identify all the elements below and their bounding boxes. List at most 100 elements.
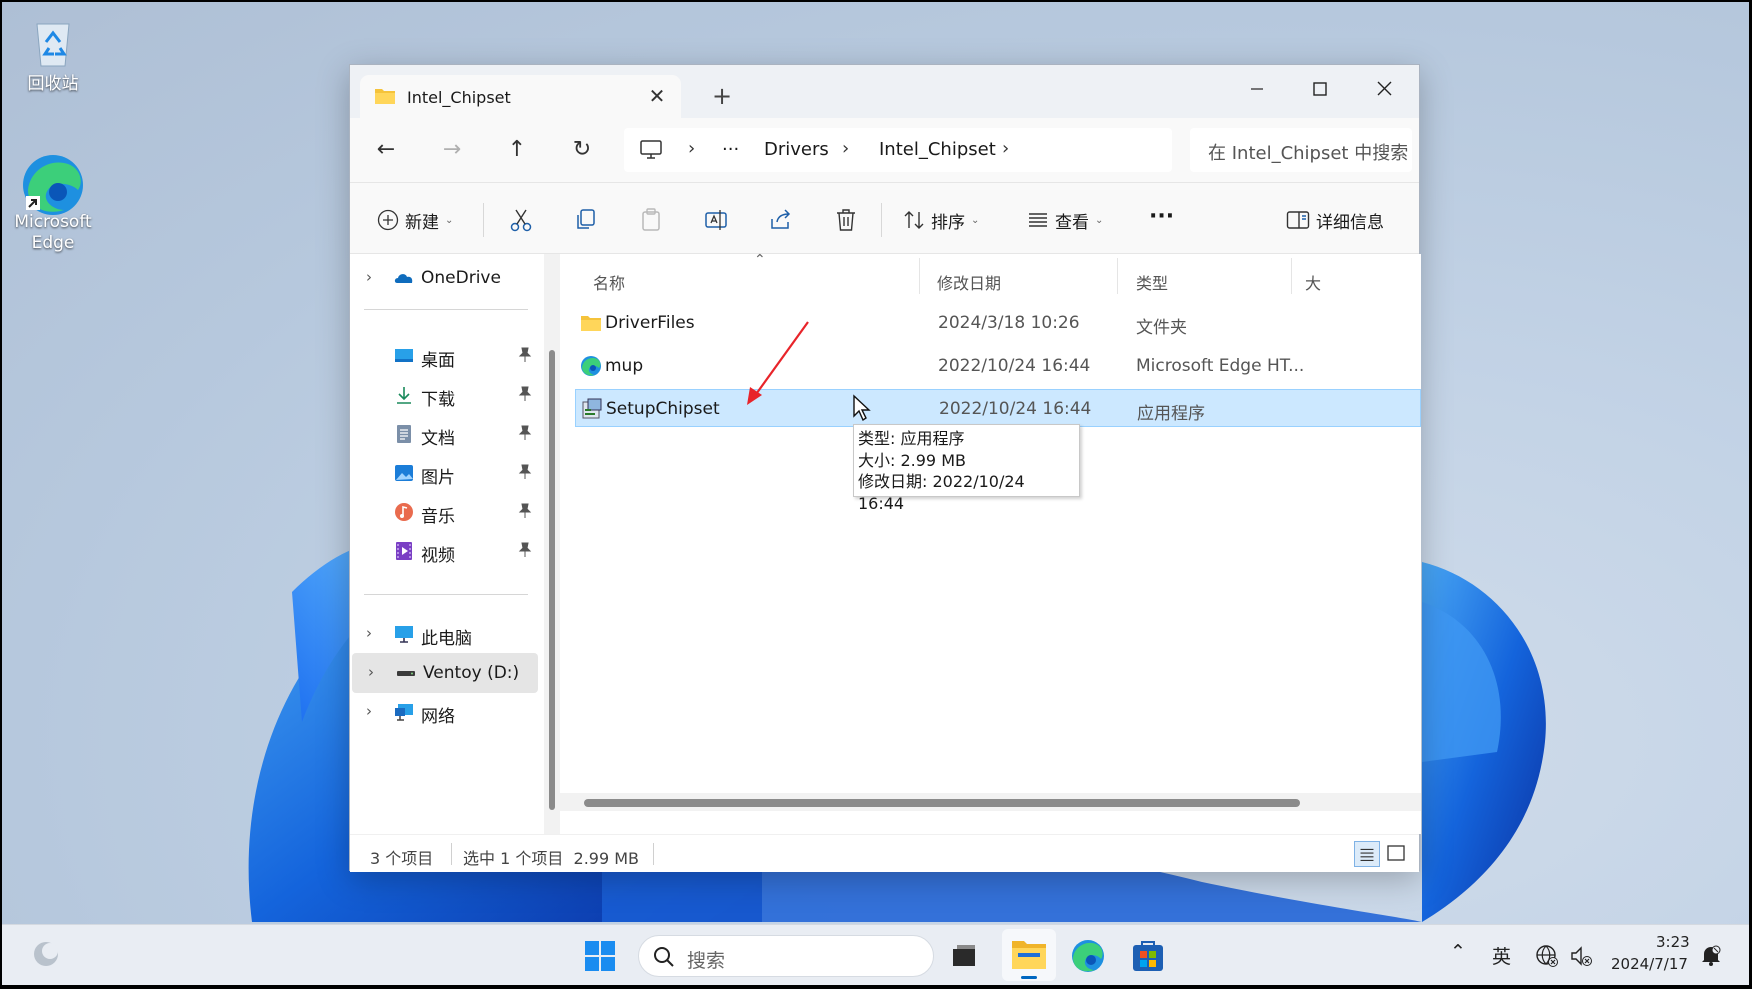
sidebar-item-music[interactable]: 音乐 bbox=[350, 492, 538, 532]
column-divider[interactable] bbox=[1291, 258, 1292, 294]
breadcrumb-overflow[interactable]: ··· bbox=[722, 139, 739, 160]
ime-indicator[interactable]: 英 bbox=[1492, 942, 1511, 969]
status-divider bbox=[451, 843, 452, 865]
navigation-pane: › OneDrive 桌面 下载 文档 图片 音乐 视频 › 此电脑 › Ven… bbox=[350, 254, 538, 834]
column-header-type[interactable]: 类型 bbox=[1136, 270, 1168, 294]
setup-exe-icon bbox=[582, 398, 602, 419]
file-row-driverfiles[interactable]: DriverFiles 2024/3/18 10:26 文件夹 bbox=[575, 304, 1421, 342]
file-row-setupchipset[interactable]: SetupChipset 2022/10/24 16:44 应用程序 bbox=[575, 389, 1421, 427]
chevron-right-icon[interactable]: › bbox=[366, 624, 372, 642]
view-button[interactable]: 查看 ⌄ bbox=[1027, 207, 1103, 233]
tab-intel-chipset[interactable]: Intel_Chipset ✕ bbox=[360, 75, 681, 119]
mouse-cursor-icon bbox=[853, 394, 871, 422]
details-view-icon[interactable] bbox=[1354, 841, 1380, 867]
edge-icon bbox=[23, 152, 83, 215]
details-label: 详细信息 bbox=[1316, 212, 1384, 233]
rename-icon[interactable] bbox=[703, 207, 729, 233]
notification-bell-icon[interactable] bbox=[1699, 943, 1723, 967]
forward-button[interactable]: → bbox=[434, 132, 470, 168]
file-name: DriverFiles bbox=[605, 313, 695, 333]
edge-shortcut[interactable]: Microsoft Edge bbox=[5, 152, 101, 254]
scrollbar-thumb[interactable] bbox=[549, 350, 555, 810]
status-divider bbox=[653, 843, 654, 865]
new-label: 新建 bbox=[405, 212, 439, 233]
breadcrumb-intel-chipset[interactable]: Intel_Chipset bbox=[879, 139, 996, 160]
up-button[interactable]: ↑ bbox=[499, 132, 535, 168]
breadcrumb-drivers[interactable]: Drivers bbox=[764, 139, 829, 160]
taskbar-search[interactable]: 搜索 bbox=[638, 935, 934, 977]
share-icon[interactable] bbox=[768, 207, 794, 233]
close-button[interactable] bbox=[1354, 71, 1414, 107]
scrollbar-thumb[interactable] bbox=[584, 799, 1300, 807]
start-windows-icon[interactable] bbox=[581, 937, 619, 975]
toolbar-divider bbox=[483, 203, 484, 237]
maximize-button[interactable] bbox=[1290, 71, 1350, 107]
download-icon bbox=[397, 387, 411, 404]
sidebar-divider bbox=[364, 309, 528, 310]
file-row-mup[interactable]: mup 2022/10/24 16:44 Microsoft Edge HT..… bbox=[575, 347, 1421, 385]
breadcrumb[interactable]: › ··· Drivers › Intel_Chipset › bbox=[624, 128, 1172, 172]
chevron-right-icon[interactable]: › bbox=[368, 663, 374, 681]
sidebar-item-desktop[interactable]: 桌面 bbox=[350, 336, 538, 376]
column-divider[interactable] bbox=[1117, 258, 1118, 294]
sidebar-item-label: 桌面 bbox=[421, 351, 455, 371]
plus-circle-icon bbox=[377, 209, 399, 231]
sidebar-item-label: 音乐 bbox=[421, 507, 455, 527]
task-view-icon[interactable] bbox=[945, 937, 983, 975]
cut-icon[interactable] bbox=[508, 207, 534, 233]
network-globe-icon[interactable] bbox=[1535, 944, 1559, 968]
tab-close-icon[interactable]: ✕ bbox=[645, 84, 669, 108]
onedrive-icon bbox=[394, 274, 413, 283]
tab-title: Intel_Chipset bbox=[407, 88, 511, 107]
sidebar-scrollbar[interactable] bbox=[544, 254, 560, 834]
refresh-button[interactable]: ↻ bbox=[564, 132, 600, 168]
search-box[interactable]: 在 Intel_Chipset 中搜索 bbox=[1190, 128, 1412, 172]
column-header-size[interactable]: 大小 bbox=[1305, 270, 1321, 294]
edge-label: Microsoft Edge bbox=[14, 212, 92, 253]
desktop-icon bbox=[395, 349, 413, 362]
delete-icon[interactable] bbox=[833, 207, 859, 233]
videos-icon bbox=[396, 542, 412, 560]
sidebar-item-label: 图片 bbox=[421, 468, 455, 488]
column-divider[interactable] bbox=[919, 258, 920, 294]
details-pane-button[interactable]: 详细信息 bbox=[1286, 207, 1384, 233]
edge-taskbar-icon[interactable] bbox=[1069, 937, 1107, 975]
sidebar-item-videos[interactable]: 视频 bbox=[350, 531, 538, 571]
horizontal-scrollbar[interactable] bbox=[560, 793, 1421, 811]
show-hidden-icons-chevron-up-icon[interactable]: ⌃ bbox=[1450, 941, 1466, 963]
chevron-right-icon[interactable]: › bbox=[366, 702, 372, 720]
microsoft-store-icon[interactable] bbox=[1129, 937, 1167, 975]
copy-icon[interactable] bbox=[573, 207, 599, 233]
column-header-name[interactable]: 名称 bbox=[593, 270, 625, 294]
breadcrumb-separator: › bbox=[842, 138, 850, 159]
sidebar-item-onedrive[interactable]: › OneDrive bbox=[350, 258, 538, 298]
sidebar-item-this-pc[interactable]: › 此电脑 bbox=[350, 614, 538, 654]
title-bar: Intel_Chipset ✕ + bbox=[350, 65, 1419, 119]
volume-muted-icon[interactable] bbox=[1569, 944, 1593, 968]
sort-button[interactable]: 排序 ⌄ bbox=[903, 207, 979, 233]
back-button[interactable]: ← bbox=[368, 132, 404, 168]
pin-icon bbox=[518, 386, 532, 401]
widgets-icon[interactable] bbox=[30, 938, 62, 970]
view-list-icon bbox=[1029, 213, 1047, 227]
paste-icon[interactable] bbox=[638, 207, 664, 233]
more-options-button[interactable]: ··· bbox=[1149, 203, 1174, 229]
taskbar-file-explorer-active[interactable] bbox=[1002, 929, 1056, 981]
file-name: mup bbox=[605, 356, 644, 376]
recycle-bin-shortcut[interactable]: 回收站 bbox=[5, 14, 101, 95]
new-button[interactable]: 新建 ⌄ bbox=[377, 207, 453, 233]
new-tab-button[interactable]: + bbox=[707, 81, 737, 111]
minimize-button[interactable] bbox=[1227, 71, 1287, 107]
chevron-down-icon: ⌄ bbox=[445, 214, 454, 226]
sidebar-item-pictures[interactable]: 图片 bbox=[350, 453, 538, 493]
sidebar-item-downloads[interactable]: 下载 bbox=[350, 375, 538, 415]
clock-date[interactable]: 2024/7/17 bbox=[1611, 955, 1688, 973]
sidebar-item-ventoy[interactable]: › Ventoy (D:) bbox=[352, 653, 538, 693]
large-icons-view-icon[interactable] bbox=[1383, 841, 1409, 867]
chevron-right-icon[interactable]: › bbox=[366, 268, 372, 286]
recycle-bin-label: 回收站 bbox=[27, 74, 79, 94]
clock-time[interactable]: 3:23 bbox=[1656, 933, 1690, 951]
sidebar-item-documents[interactable]: 文档 bbox=[350, 414, 538, 454]
column-header-date[interactable]: 修改日期 bbox=[937, 270, 1001, 294]
sidebar-item-network[interactable]: › 网络 bbox=[350, 692, 538, 732]
